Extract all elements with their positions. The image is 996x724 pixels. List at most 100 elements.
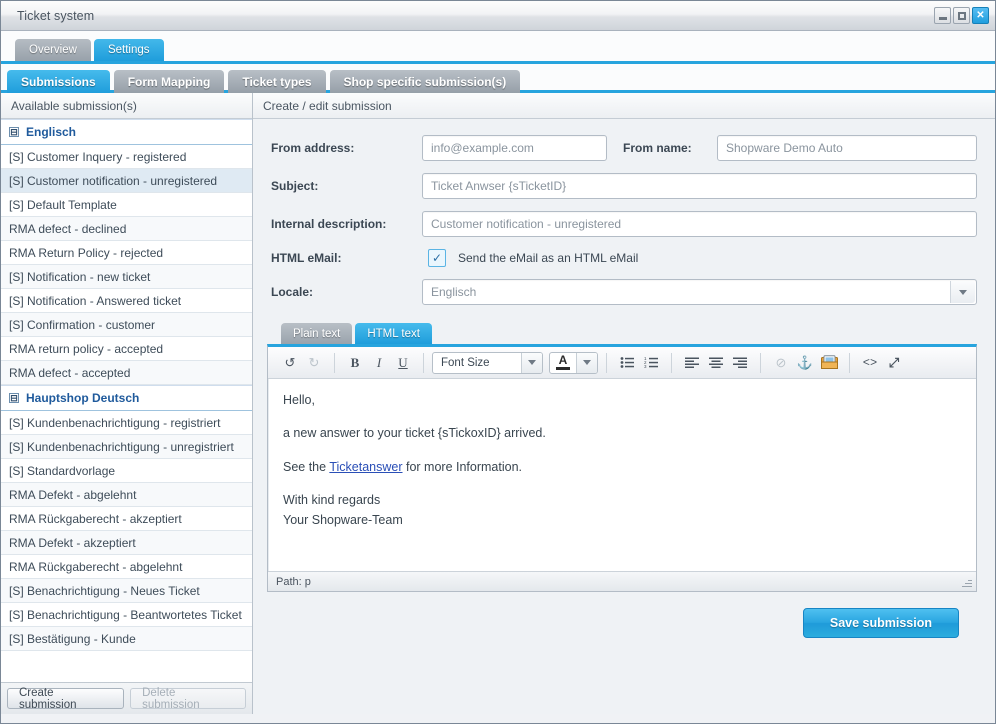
insert-image-icon[interactable]: [817, 352, 841, 374]
unlink-icon[interactable]: ⊘: [769, 352, 793, 374]
list-item[interactable]: RMA Defekt - abgelehnt: [1, 483, 252, 507]
tab-ticket-types[interactable]: Ticket types: [228, 70, 326, 93]
group-header-englisch[interactable]: ⊟ Englisch: [1, 119, 252, 145]
subject-row: Subject: Ticket Anwser {sTicketID}: [267, 173, 977, 199]
editor-content-area[interactable]: Hello, a new answer to your ticket {sTic…: [268, 379, 976, 571]
list-item[interactable]: [S] Benachrichtigung - Neues Ticket: [1, 579, 252, 603]
maximize-icon[interactable]: [953, 7, 970, 24]
tab-form-mapping[interactable]: Form Mapping: [113, 70, 225, 93]
source-code-icon[interactable]: <>: [858, 352, 882, 374]
html-email-label: HTML eMail:: [271, 251, 342, 265]
list-item[interactable]: [S] Notification - new ticket: [1, 265, 252, 289]
tab-overview[interactable]: Overview: [15, 39, 91, 61]
align-group: [674, 347, 758, 378]
list-item[interactable]: [S] Kundenbenachrichtigung - registriert: [1, 411, 252, 435]
secondary-tab-bar: Submissions Form Mapping Ticket types Sh…: [1, 64, 995, 93]
from-address-input[interactable]: info@example.com: [422, 135, 607, 161]
save-bar: Save submission: [267, 592, 977, 638]
align-left-icon[interactable]: [680, 352, 704, 374]
bold-icon[interactable]: B: [343, 352, 367, 374]
list-item[interactable]: RMA Return Policy - rejected: [1, 241, 252, 265]
undo-icon[interactable]: ↺: [278, 352, 302, 374]
redo-icon[interactable]: ↻: [302, 352, 326, 374]
list-item[interactable]: RMA Defekt - akzeptiert: [1, 531, 252, 555]
tab-submissions[interactable]: Submissions: [7, 70, 110, 93]
editor-line-greeting: Hello,: [283, 393, 315, 407]
align-right-icon[interactable]: [728, 352, 752, 374]
font-size-select[interactable]: Font Size: [432, 351, 543, 374]
ticketanswer-link[interactable]: Ticketanswer: [329, 460, 402, 474]
subject-input[interactable]: Ticket Anwser {sTicketID}: [422, 173, 977, 199]
locale-select[interactable]: Englisch: [422, 279, 977, 305]
html-email-checkbox[interactable]: ✓: [428, 249, 446, 267]
svg-text:3: 3: [644, 364, 647, 369]
bullet-list-icon[interactable]: [615, 352, 639, 374]
tab-html-text[interactable]: HTML text: [355, 323, 432, 344]
chevron-down-icon[interactable]: [950, 281, 975, 303]
fullscreen-icon[interactable]: ⤢: [882, 352, 906, 374]
list-item[interactable]: [S] Confirmation - customer: [1, 313, 252, 337]
toolbar-divider: [423, 352, 424, 373]
font-size-value: Font Size: [441, 356, 490, 369]
list-item[interactable]: RMA return policy - accepted: [1, 337, 252, 361]
anchor-icon[interactable]: ⚓: [793, 352, 817, 374]
delete-submission-button[interactable]: Delete submission: [130, 687, 246, 711]
main-body: Available submission(s) ⊟ Englisch [S] C…: [1, 93, 995, 714]
editor-toolbar: ↺ ↻ B I U Font Size A 1 2 3 ⊘ ⚓ <> ⤢: [268, 347, 976, 379]
tab-plain-text[interactable]: Plain text: [281, 323, 353, 344]
save-submission-button[interactable]: Save submission: [802, 608, 959, 638]
toolbar-divider: [606, 352, 607, 373]
submission-form: From address: info@example.com From name…: [253, 119, 995, 317]
locale-row: Locale: Englisch: [267, 279, 977, 305]
group-label: Hauptshop Deutsch: [26, 391, 140, 405]
align-center-icon[interactable]: [704, 352, 728, 374]
font-color-button[interactable]: A: [549, 351, 598, 374]
submissions-list[interactable]: ⊟ Englisch [S] Customer Inquery - regist…: [1, 119, 252, 682]
collapse-icon[interactable]: ⊟: [9, 393, 19, 403]
list-item[interactable]: [S] Customer notification - unregistered: [1, 169, 252, 193]
numbered-list-icon[interactable]: 1 2 3: [639, 352, 663, 374]
group-header-hauptshop-deutsch[interactable]: ⊟ Hauptshop Deutsch: [1, 385, 252, 411]
list-item[interactable]: [S] Benachrichtigung - Beantwortetes Tic…: [1, 603, 252, 627]
insert-group: ⊘ ⚓: [763, 347, 847, 378]
list-item[interactable]: RMA defect - accepted: [1, 361, 252, 385]
font-color-icon[interactable]: A: [550, 353, 576, 373]
editor-line-body: a new answer to your ticket {sTickoxID} …: [283, 426, 546, 441]
resize-grip-icon[interactable]: [960, 576, 972, 588]
toolbar-divider: [760, 352, 761, 373]
list-item[interactable]: [S] Standardvorlage: [1, 459, 252, 483]
minimize-icon[interactable]: [934, 7, 951, 24]
underline-icon[interactable]: U: [391, 352, 415, 374]
toolbar-divider: [334, 352, 335, 373]
chevron-down-icon[interactable]: [521, 352, 542, 373]
list-item[interactable]: [S] Kundenbenachrichtigung - unregistrie…: [1, 435, 252, 459]
collapse-icon[interactable]: ⊟: [9, 127, 19, 137]
create-submission-button[interactable]: Create submission: [7, 687, 125, 711]
submissions-panel-footer: Create submission Delete submission: [1, 682, 252, 714]
italic-icon[interactable]: I: [367, 352, 391, 374]
rich-text-editor: ↺ ↻ B I U Font Size A 1 2 3 ⊘ ⚓ <> ⤢ Hel…: [267, 344, 977, 592]
list-item[interactable]: RMA Rückgaberecht - akzeptiert: [1, 507, 252, 531]
locale-label: Locale:: [271, 285, 314, 299]
list-item[interactable]: [S] Customer Inquery - registered: [1, 145, 252, 169]
close-icon[interactable]: ✕: [972, 7, 989, 24]
locale-selected-value: Englisch: [431, 285, 477, 299]
list-item[interactable]: RMA Rückgaberecht - abgelehnt: [1, 555, 252, 579]
primary-tab-bar: Overview Settings: [1, 31, 995, 64]
tab-shop-specific-submissions[interactable]: Shop specific submission(s): [329, 70, 521, 93]
list-item[interactable]: [S] Bestätigung - Kunde: [1, 627, 252, 651]
internal-description-input[interactable]: Customer notification - unregistered: [422, 211, 977, 237]
list-item[interactable]: [S] Default Template: [1, 193, 252, 217]
window-controls: ✕: [934, 7, 991, 24]
tab-settings[interactable]: Settings: [93, 39, 164, 61]
editor-path-text: Path: p: [276, 575, 311, 588]
editor-line-regards: With kind regards: [283, 493, 381, 508]
font-group: Font Size A: [426, 347, 604, 378]
from-name-input[interactable]: Shopware Demo Auto: [717, 135, 977, 161]
history-group: ↺ ↻: [272, 347, 332, 378]
list-item[interactable]: [S] Notification - Answered ticket: [1, 289, 252, 313]
editor-tab-bar: Plain text HTML text: [267, 323, 977, 344]
from-address-row: From address: info@example.com From name…: [267, 135, 977, 161]
chevron-down-icon[interactable]: [576, 352, 597, 373]
list-item[interactable]: RMA defect - declined: [1, 217, 252, 241]
